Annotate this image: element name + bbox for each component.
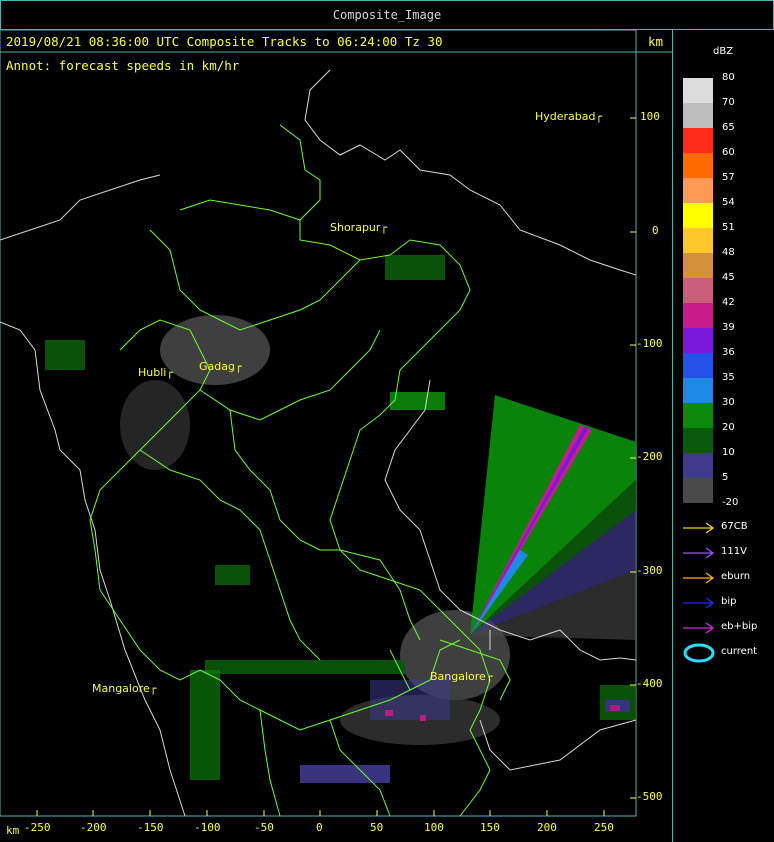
y-tick-label: 100 [640,110,660,123]
x-tick-label: -250 [24,821,51,834]
dbz-level-label: 57 [722,172,735,183]
city-label-gadag[interactable]: Gadag┌ [199,360,242,373]
y-tick-label: -100 [636,337,663,350]
x-tick-label: -100 [194,821,221,834]
city-label-mangalore[interactable]: Mangalore┌ [92,682,156,695]
x-tick-label: 150 [480,821,500,834]
dbz-swatch-36 [683,353,713,378]
dbz-swatch-60 [683,153,713,178]
x-tick-label: -50 [254,821,274,834]
city-label-shorapur[interactable]: Shorapur┌ [330,221,387,234]
track-label: 67CB [721,521,748,532]
y-tick-label: -500 [636,790,663,803]
dbz-level-label: 45 [722,272,735,283]
dbz-swatch-45 [683,278,713,303]
dbz-level-label: 20 [722,422,735,433]
header-timestamp: 2019/08/21 08:36:00 UTC Composite Tracks… [6,34,443,49]
map-panel[interactable]: 2019/08/21 08:36:00 UTC Composite Tracks… [0,30,673,842]
track-label: eb+bip [721,621,758,632]
track-label: eburn [721,571,751,582]
dbz-swatch-70 [683,103,713,128]
city-label-hyderabad[interactable]: Hyderabad┌ [535,110,602,123]
y-tick-label: -200 [636,450,663,463]
legend-title: dBZ [713,46,734,57]
track-label: 111V [721,546,747,557]
track-arrow-icon [683,622,715,634]
x-tick-label: -150 [137,821,164,834]
window-title: Composite_Image [332,8,442,22]
x-axis-ticks [36,810,605,816]
x-tick-label: -200 [80,821,107,834]
dbz-swatch-10 [683,453,713,478]
dbz-swatch-65 [683,128,713,153]
track-arrow-icon [683,522,715,534]
y-tick-label: 0 [652,224,659,237]
dbz-level-label: 60 [722,147,735,158]
radar-map[interactable] [0,30,672,842]
track-label: bip [721,596,737,607]
dbz-level-label: 30 [722,397,735,408]
dbz-swatch-57 [683,178,713,203]
track-label: current [721,646,758,657]
y-tick-label: -400 [636,677,663,690]
dbz-level-label: 48 [722,247,735,258]
dbz-level-label: 65 [722,122,735,133]
x-tick-label: 100 [424,821,444,834]
dbz-swatch-80 [683,78,713,103]
header-km-unit: km [648,34,664,49]
dbz-swatch-48 [683,253,713,278]
city-label-hubli[interactable]: Hubli┌ [138,366,173,379]
clutter-gadag [120,315,270,470]
y-tick-label: -300 [636,564,663,577]
dbz-swatch-42 [683,303,713,328]
legend-panel: dBZ 80 70 65 60 57 54 51 48 45 42 39 36 35 30 20 10 5 -20… [673,30,774,842]
x-tick-label: 250 [594,821,614,834]
x-axis-unit: km [6,824,20,837]
current-track-icon [683,643,715,663]
header-annotation: Annot: forecast speeds in km/hr [6,58,240,73]
x-tick-label: 50 [370,821,384,834]
track-arrow-icon [683,547,715,559]
dbz-level-label: 51 [722,222,735,233]
radar-sector [470,395,636,640]
dbz-level-label: 36 [722,347,735,358]
dbz-level-label: 39 [722,322,735,333]
dbz-level-label: 42 [722,297,735,308]
dbz-swatch-5 [683,478,713,503]
dbz-swatch-35 [683,378,713,403]
dbz-level-label: 35 [722,372,735,383]
dbz-swatch-39 [683,328,713,353]
dbz-level-label: 70 [722,97,735,108]
dbz-swatch-51 [683,228,713,253]
x-tick-label: 0 [316,821,323,834]
x-tick-label: 200 [537,821,557,834]
dbz-level-label: 80 [722,72,735,83]
dbz-level-label: -20 [722,497,739,508]
track-arrow-icon [683,572,715,584]
dbz-level-label: 10 [722,447,735,458]
title-bar: Composite_Image [0,0,774,30]
city-label-bangalore[interactable]: Bangalore┌ [430,670,492,683]
track-arrow-icon [683,597,715,609]
dbz-swatch-30 [683,403,713,428]
dbz-swatch-20 [683,428,713,453]
dbz-level-label: 54 [722,197,735,208]
dbz-level-label: 5 [722,472,729,483]
dbz-swatch-54 [683,203,713,228]
